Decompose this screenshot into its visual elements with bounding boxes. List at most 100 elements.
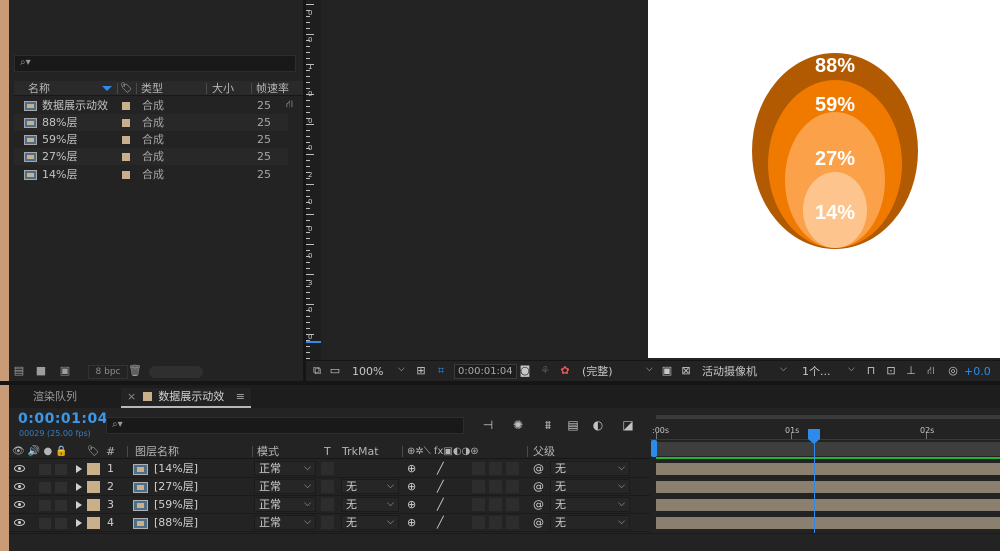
layer-duration-bar[interactable] bbox=[656, 517, 1000, 529]
col-parent[interactable]: 父级 bbox=[533, 444, 555, 459]
label-color-swatch[interactable] bbox=[122, 171, 130, 179]
chevron-down-icon[interactable]: ⌵ bbox=[398, 364, 405, 374]
project-item[interactable]: 数据展示动效 合成 25 bbox=[14, 97, 288, 114]
shy-icon[interactable]: ⊕ bbox=[407, 514, 416, 532]
mask-visibility-icon[interactable]: ⌗ bbox=[434, 364, 448, 378]
switch-box[interactable] bbox=[489, 480, 502, 493]
trash-icon[interactable]: 🗑 bbox=[128, 365, 142, 377]
interpret-footage-icon[interactable]: ▤ bbox=[12, 365, 26, 377]
solo-toggle[interactable] bbox=[39, 482, 51, 493]
quality-icon[interactable]: ╱ bbox=[437, 460, 444, 478]
shy-icon[interactable]: ⊕ bbox=[407, 478, 416, 496]
sort-desc-icon[interactable] bbox=[102, 86, 112, 91]
lock-toggle[interactable] bbox=[55, 464, 67, 475]
lock-toggle[interactable] bbox=[55, 482, 67, 493]
switch-box[interactable] bbox=[506, 498, 519, 511]
timeline-timecode[interactable]: 0:00:01:04 bbox=[18, 411, 108, 427]
parent-dropdown[interactable]: 无 ⌵ bbox=[550, 497, 630, 512]
col-trkmat[interactable]: TrkMat bbox=[342, 444, 379, 459]
layer-row[interactable]: 3 [59%层] 正常 ⌵ 无 ⌵ ⊕ ╱ @ 无 ⌵ bbox=[9, 496, 650, 514]
switch-box[interactable] bbox=[489, 462, 502, 475]
switch-box[interactable] bbox=[472, 516, 485, 529]
motion-blur-icon[interactable]: ◐ bbox=[590, 417, 606, 433]
viewer-timecode[interactable]: 0:00:01:04 bbox=[454, 364, 517, 379]
expand-triangle-icon[interactable] bbox=[76, 483, 82, 491]
timeline-search-input[interactable]: ⌕▾ bbox=[106, 417, 464, 434]
eye-icon[interactable] bbox=[14, 465, 25, 472]
reset-exposure-icon[interactable]: ◎ bbox=[946, 364, 960, 378]
pickwhip-icon[interactable]: @ bbox=[533, 478, 544, 496]
trkmat-dropdown[interactable]: 无 ⌵ bbox=[341, 497, 399, 512]
parent-dropdown[interactable]: 无 ⌵ bbox=[550, 479, 630, 494]
layer-name[interactable]: [59%层] bbox=[154, 496, 198, 514]
col-mode[interactable]: 模式 bbox=[257, 444, 279, 459]
monitor-icon[interactable]: ▭ bbox=[328, 364, 342, 378]
label-color-swatch[interactable] bbox=[122, 119, 130, 127]
lock-toggle[interactable] bbox=[55, 518, 67, 529]
quality-icon[interactable]: ╱ bbox=[437, 514, 444, 532]
mode-dropdown[interactable]: 正常 ⌵ bbox=[254, 497, 316, 512]
composition-canvas[interactable]: 88% 59% 27% 14% bbox=[648, 0, 1000, 358]
layer-name[interactable]: [14%层] bbox=[154, 460, 198, 478]
quality-icon[interactable]: ╱ bbox=[437, 496, 444, 514]
layer-name[interactable]: [27%层] bbox=[154, 478, 198, 496]
eye-icon[interactable] bbox=[14, 483, 25, 490]
parent-dropdown[interactable]: 无 ⌵ bbox=[550, 461, 630, 476]
col-rate[interactable]: 帧速率 bbox=[256, 81, 289, 96]
label-color-swatch[interactable] bbox=[87, 481, 100, 493]
snapshot-icon[interactable]: ◙ bbox=[518, 364, 532, 378]
views-dropdown[interactable]: 1个... bbox=[802, 363, 831, 380]
new-folder-icon[interactable]: ■ bbox=[34, 365, 48, 377]
eye-icon[interactable] bbox=[14, 501, 25, 508]
resolution-dropdown[interactable]: (完整) bbox=[582, 363, 613, 380]
show-snapshot-icon[interactable]: ⚘ bbox=[538, 364, 552, 378]
layer-row[interactable]: 4 [88%层] 正常 ⌵ 无 ⌵ ⊕ ╱ @ 无 ⌵ bbox=[9, 514, 650, 532]
switch-box[interactable] bbox=[506, 516, 519, 529]
preserve-transparency-toggle[interactable] bbox=[321, 480, 334, 493]
shy-icon[interactable]: ⊕ bbox=[407, 460, 416, 478]
close-icon[interactable]: × bbox=[127, 390, 136, 403]
preserve-transparency-toggle[interactable] bbox=[321, 516, 334, 529]
project-item[interactable]: 27%层 合成 25 bbox=[14, 148, 288, 165]
time-navigator[interactable] bbox=[656, 415, 1000, 419]
trkmat-dropdown[interactable]: 无 ⌵ bbox=[341, 515, 399, 530]
solo-toggle[interactable] bbox=[39, 464, 51, 475]
label-color-swatch[interactable] bbox=[122, 136, 130, 144]
work-area-bar[interactable] bbox=[656, 442, 1000, 456]
chevron-down-icon[interactable]: ⌵ bbox=[780, 364, 787, 374]
transparency-grid-icon[interactable]: ⊠ bbox=[679, 364, 693, 378]
tab-render-queue[interactable]: 渲染队列 bbox=[33, 388, 77, 408]
camera-dropdown[interactable]: 活动摄像机 bbox=[702, 363, 757, 380]
mode-dropdown[interactable]: 正常 ⌵ bbox=[254, 479, 316, 494]
time-ruler[interactable]: :00s 01s 02s bbox=[650, 420, 1000, 440]
toggle-pixel-aspect-icon[interactable]: ⊓ bbox=[864, 364, 878, 378]
switch-box[interactable] bbox=[489, 516, 502, 529]
layer-duration-bar[interactable] bbox=[656, 463, 1000, 475]
layer-row[interactable]: 2 [27%层] 正常 ⌵ 无 ⌵ ⊕ ╱ @ 无 ⌵ bbox=[9, 478, 650, 496]
pickwhip-icon[interactable]: @ bbox=[533, 496, 544, 514]
preserve-transparency-toggle[interactable] bbox=[321, 498, 334, 511]
bit-depth-button[interactable]: 8 bpc bbox=[88, 365, 128, 379]
project-item[interactable]: 88%层 合成 25 bbox=[14, 114, 288, 131]
label-color-swatch[interactable] bbox=[87, 463, 100, 475]
solo-toggle[interactable] bbox=[39, 518, 51, 529]
chevron-down-icon[interactable]: ⌵ bbox=[848, 364, 855, 374]
current-time-indicator[interactable] bbox=[808, 429, 820, 444]
hide-shy-layers-icon[interactable]: ⩩ bbox=[540, 417, 556, 433]
switch-box[interactable] bbox=[472, 498, 485, 511]
project-item[interactable]: 59%层 合成 25 bbox=[14, 131, 288, 148]
fast-previews-icon[interactable]: ⊡ bbox=[884, 364, 898, 378]
col-number[interactable]: # bbox=[106, 444, 115, 459]
project-search-input[interactable]: ⌕▾ bbox=[14, 55, 296, 72]
quality-icon[interactable]: ╱ bbox=[437, 478, 444, 496]
channel-icon[interactable]: ✿ bbox=[558, 364, 572, 378]
project-item[interactable]: 14%层 合成 25 bbox=[14, 166, 288, 183]
col-layer-name[interactable]: 图层名称 bbox=[135, 444, 179, 459]
chevron-down-icon[interactable]: ⌵ bbox=[646, 364, 653, 374]
trkmat-dropdown[interactable]: 无 ⌵ bbox=[341, 479, 399, 494]
mode-dropdown[interactable]: 正常 ⌵ bbox=[254, 461, 316, 476]
label-color-swatch[interactable] bbox=[122, 153, 130, 161]
exposure-value[interactable]: +0.0 bbox=[964, 363, 991, 380]
label-icon[interactable]: 🏷 bbox=[120, 81, 133, 96]
timeline-icon[interactable]: ⊥ bbox=[904, 364, 918, 378]
